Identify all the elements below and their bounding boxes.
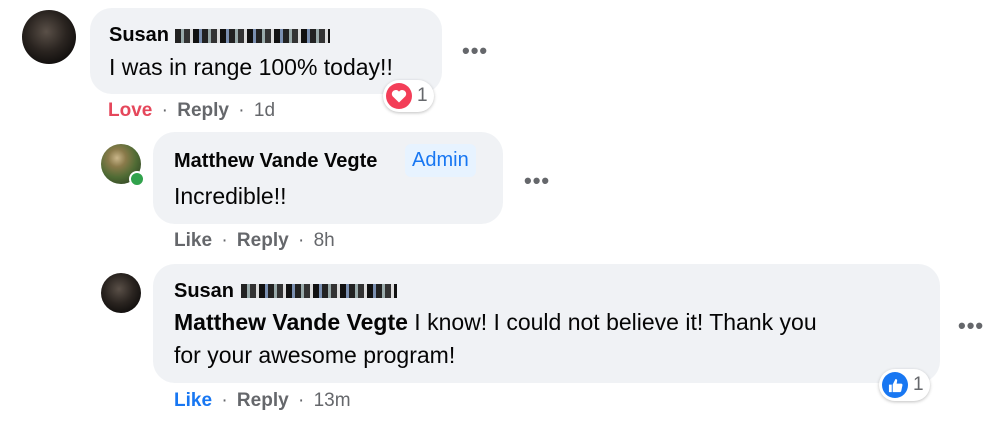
separator: · [161, 100, 168, 121]
comment-actions: Like · Reply · 13m [174, 390, 351, 412]
redacted-surname [175, 29, 330, 43]
reply-button[interactable]: Reply [237, 230, 289, 251]
comment-author[interactable]: Matthew Vande Vegte [174, 150, 377, 173]
separator: · [221, 230, 228, 251]
redacted-surname [241, 284, 397, 298]
mention-link[interactable]: Matthew Vande Vegte [174, 309, 408, 335]
avatar[interactable] [101, 273, 141, 313]
avatar[interactable] [22, 10, 76, 64]
like-button[interactable]: Like [174, 230, 212, 251]
more-options-icon[interactable]: ••• [958, 313, 984, 339]
separator: · [297, 390, 305, 411]
reaction-count: 1 [913, 374, 924, 395]
reaction-count: 1 [417, 85, 428, 106]
like-button[interactable]: Like [174, 390, 212, 411]
reply-button[interactable]: Reply [177, 100, 229, 121]
comment-text: Incredible!! [174, 183, 287, 209]
more-options-icon[interactable]: ••• [462, 38, 488, 64]
more-options-icon[interactable]: ••• [524, 168, 550, 194]
comment-actions: Like · Reply · 8h [174, 230, 335, 252]
comment-text: Matthew Vande Vegte I know! I could not … [174, 306, 914, 339]
comment-author[interactable]: Susan [109, 24, 169, 47]
love-heart-icon [386, 83, 412, 109]
online-status-indicator [129, 171, 145, 187]
reaction-summary[interactable]: 1 [879, 369, 930, 401]
separator: · [238, 100, 245, 121]
timestamp[interactable]: 1d [254, 100, 275, 121]
separator: · [221, 390, 228, 411]
comment-text-line2: for your awesome program! [174, 342, 456, 368]
comment-text: I was in range 100% today!! [109, 54, 393, 80]
timestamp[interactable]: 13m [314, 390, 351, 411]
love-button[interactable]: Love [108, 100, 152, 121]
reaction-summary[interactable]: 1 [383, 80, 434, 112]
reply-button[interactable]: Reply [237, 390, 289, 411]
thumbs-up-icon [882, 372, 908, 398]
comment-actions: Love · Reply · 1d [108, 100, 275, 122]
comment-author[interactable]: Susan [174, 280, 234, 303]
timestamp[interactable]: 8h [314, 230, 335, 251]
comment-text-line1: I know! I could not believe it! Thank yo… [414, 309, 817, 335]
admin-badge: Admin [405, 144, 476, 177]
separator: · [297, 230, 305, 251]
